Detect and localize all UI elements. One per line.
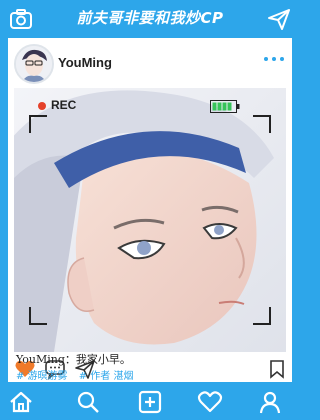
battery-icon xyxy=(210,100,240,113)
tag-link[interactable]: # 作者 湛烟 xyxy=(79,371,134,382)
post-card: YouMing REC xyxy=(8,38,292,383)
rec-label: REC xyxy=(51,98,77,112)
avatar-image xyxy=(16,46,52,82)
post-photo[interactable]: REC xyxy=(14,88,286,352)
app-title: 前夫哥非要和我炒CP xyxy=(76,9,224,27)
send-icon[interactable] xyxy=(266,6,292,32)
caption-user[interactable]: YouMing xyxy=(16,353,65,366)
search-icon[interactable] xyxy=(75,389,101,415)
bookmark-icon[interactable] xyxy=(266,358,288,380)
bottom-nav: YouMing：我家小早。 # 游暝游雾 # 作者 湛烟 xyxy=(0,353,300,420)
heart-nav-icon[interactable] xyxy=(197,389,223,415)
rec-indicator-dot xyxy=(38,102,46,110)
camera-icon[interactable] xyxy=(8,6,34,32)
post-username[interactable]: YouMing xyxy=(58,55,112,70)
top-bar: 前夫哥非要和我炒CP xyxy=(0,0,300,38)
caption-text: ：我家小早。 xyxy=(64,353,131,366)
avatar[interactable] xyxy=(14,44,54,84)
tag-link[interactable]: # 游暝游雾 xyxy=(16,371,68,382)
more-icon[interactable] xyxy=(264,57,284,61)
caption-line: YouMing：我家小早。 xyxy=(16,351,131,367)
profile-icon[interactable] xyxy=(257,389,283,415)
tags-line: # 游暝游雾 # 作者 湛烟 xyxy=(16,367,134,382)
add-icon[interactable] xyxy=(137,389,163,415)
illustration xyxy=(14,88,286,352)
home-icon[interactable] xyxy=(8,389,34,415)
